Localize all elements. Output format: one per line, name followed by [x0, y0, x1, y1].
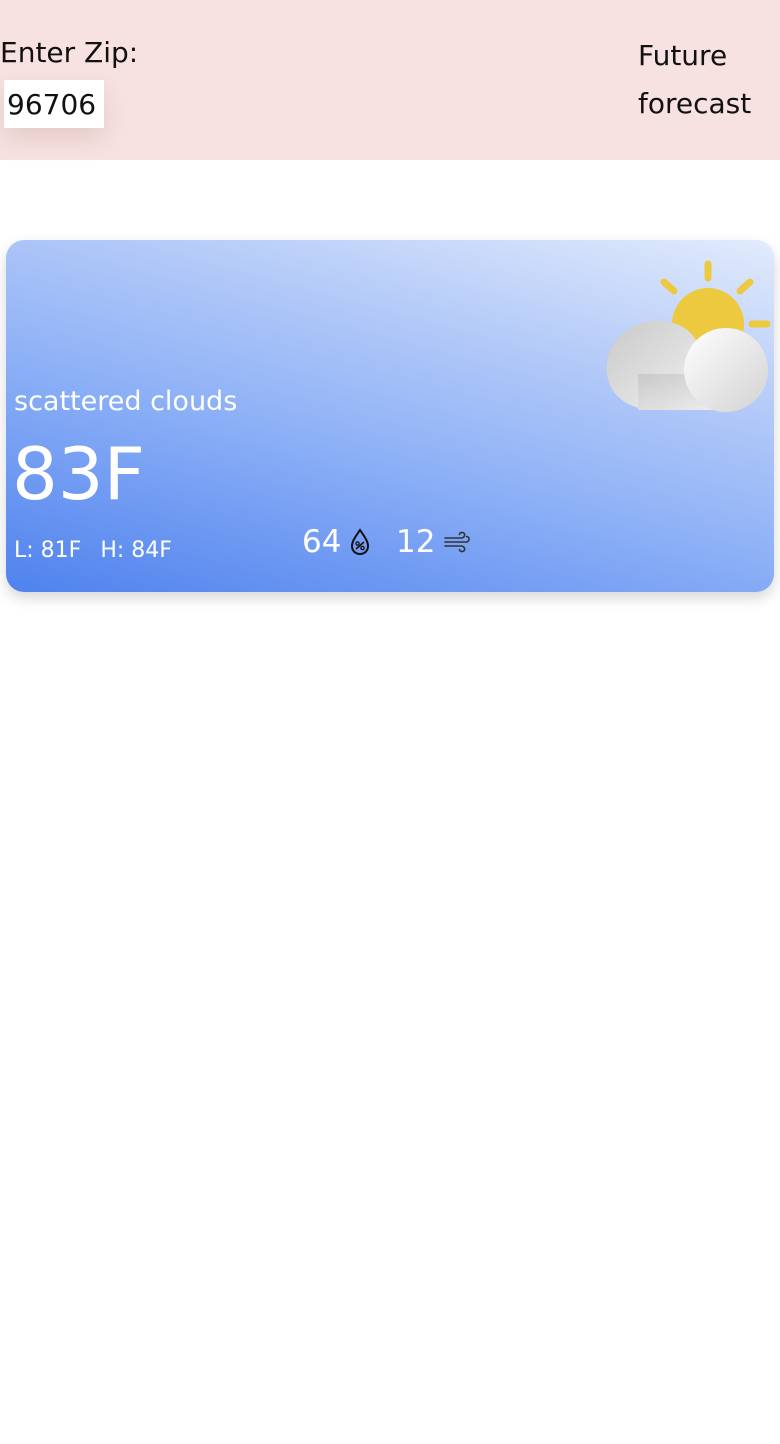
zip-label: Enter Zip: — [0, 36, 139, 69]
current-weather-card: scattered clouds 83F L: 81F H: 84F 64 12 — [6, 240, 774, 592]
wind-icon — [444, 531, 471, 553]
wind-stat: 12 — [396, 524, 471, 560]
header-bar: Enter Zip: Future forecast — [0, 0, 780, 160]
weather-description: scattered clouds — [14, 386, 238, 417]
humidity-stat: 64 — [302, 524, 371, 560]
wind-speed-value: 12 — [396, 524, 436, 560]
humidity-value: 64 — [302, 524, 342, 560]
partly-cloudy-icon — [606, 260, 771, 412]
future-forecast-link[interactable]: Future forecast — [638, 32, 780, 128]
humidity-drop-icon — [351, 528, 370, 556]
current-temperature: 83F — [12, 432, 146, 516]
low-high-temps: L: 81F H: 84F — [14, 538, 184, 563]
high-temperature: H: 84F — [100, 538, 172, 563]
low-temperature: L: 81F — [14, 538, 82, 563]
zip-input[interactable] — [4, 80, 104, 128]
